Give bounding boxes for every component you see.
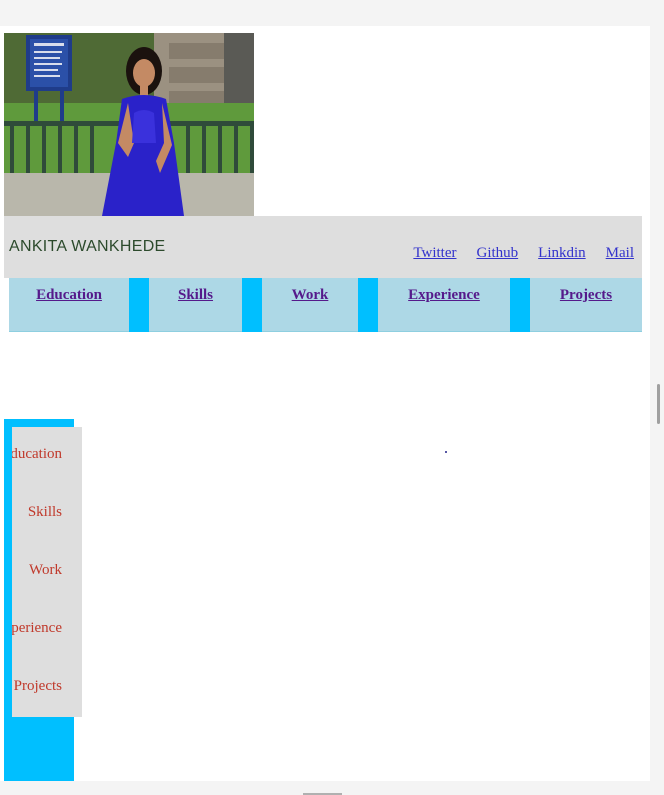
sidebar-item-education[interactable]: Education (12, 446, 62, 463)
sidebar-item-experience[interactable]: Experience (12, 620, 62, 637)
topnav-link-skills[interactable]: Skills (178, 287, 213, 304)
sidebar-item-skills[interactable]: Skills (28, 504, 62, 521)
mail-link[interactable]: Mail (606, 245, 634, 261)
profile-photo (4, 33, 254, 216)
topnav-item-skills[interactable]: Skills (149, 278, 242, 332)
sidebar-menu: Education Skills Work Experience Project… (12, 427, 82, 717)
vertical-scrollbar-thumb[interactable] (657, 384, 660, 424)
stray-dot (445, 451, 447, 453)
topnav-item-projects[interactable]: Projects (530, 278, 642, 332)
topnav-item-education[interactable]: Education (9, 278, 129, 332)
topnav-link-projects[interactable]: Projects (560, 287, 612, 304)
twitter-link[interactable]: Twitter (413, 245, 456, 261)
topnav-link-education[interactable]: Education (36, 287, 102, 304)
github-link[interactable]: Github (476, 245, 518, 261)
topnav-item-work[interactable]: Work (262, 278, 358, 332)
topnav-item-experience[interactable]: Experience (378, 278, 510, 332)
site-owner-name: ANKITA WANKHEDE (9, 238, 166, 255)
sidebar-item-work[interactable]: Work (29, 562, 62, 579)
linkedin-link[interactable]: Linkdin (538, 245, 586, 261)
sidebar-item-projects[interactable]: Projects (14, 678, 62, 695)
header-bar: ANKITA WANKHEDE Twitter Github Linkdin M… (4, 216, 642, 278)
topnav-link-experience[interactable]: Experience (408, 287, 480, 304)
social-links: Twitter Github Linkdin Mail (397, 244, 634, 262)
top-navigation: Education Skills Work Experience Project… (9, 278, 642, 332)
topnav-link-work[interactable]: Work (292, 287, 329, 304)
portfolio-page: ANKITA WANKHEDE Twitter Github Linkdin M… (0, 26, 650, 781)
